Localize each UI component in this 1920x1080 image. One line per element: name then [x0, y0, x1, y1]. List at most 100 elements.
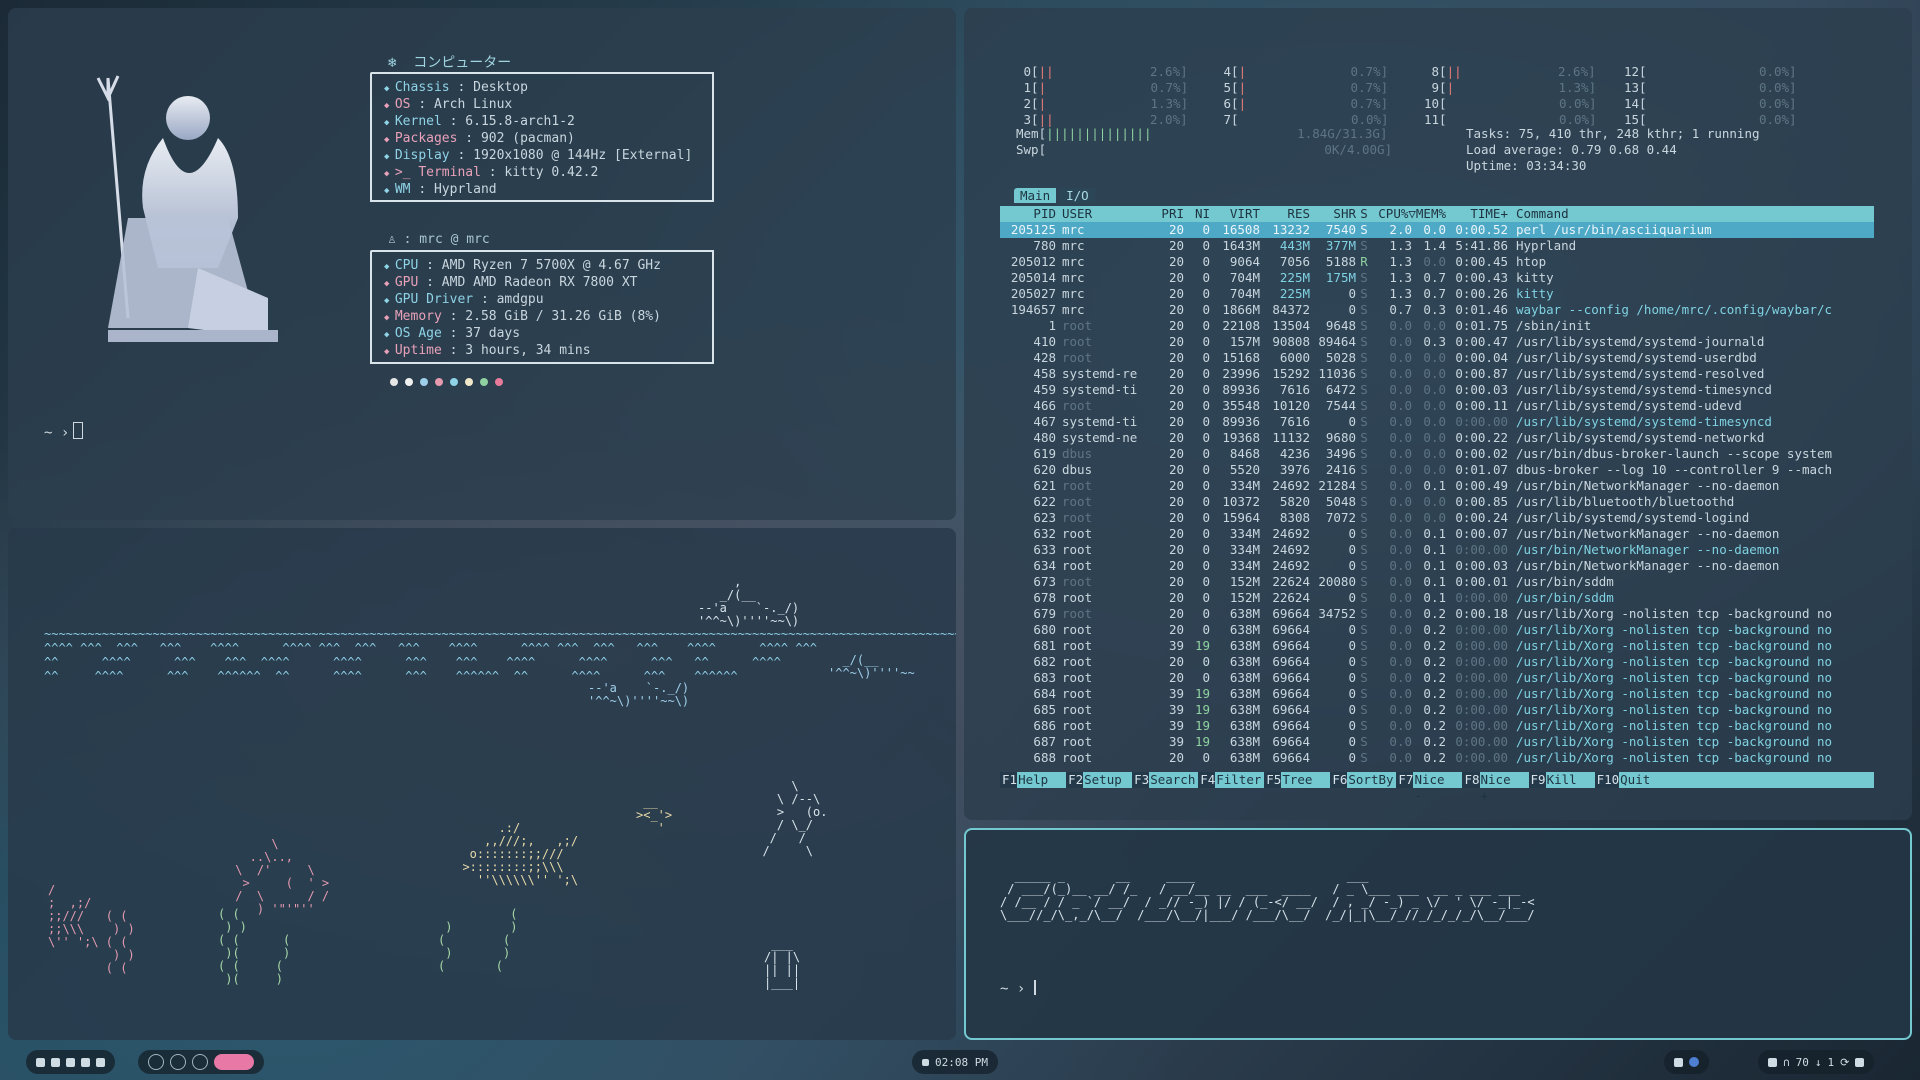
fkey-label[interactable]: SortBy: [1347, 772, 1396, 788]
settings-icon[interactable]: [81, 1057, 90, 1067]
cell-shr: 0: [1348, 302, 1356, 317]
workspace-3[interactable]: [192, 1054, 208, 1070]
fkey-label[interactable]: Tree: [1281, 772, 1330, 788]
tab-main[interactable]: Main: [1014, 188, 1057, 203]
process-row[interactable]: 673 root 20 0 152M 22624 20080 S 0.0 0.1 0:00.01/u…: [1000, 574, 1874, 590]
process-row[interactable]: 682 root 20 0 638M 69664 0 S 0.0 0.2 0:00.00/usr/l…: [1000, 654, 1874, 670]
process-row[interactable]: 681 root 39 19 638M 69664 0 S 0.0 0.2 0:00.00/usr/…: [1000, 638, 1874, 654]
cpu-percent: 0.7%]: [1350, 96, 1389, 111]
process-row[interactable]: 683 root 20 0 638M 69664 0 S 0.0 0.2 0:00.00/usr/l…: [1000, 670, 1874, 686]
process-row[interactable]: 621 root 20 0 334M 24692 21284 S 0.0 0.1 0:00.49/u…: [1000, 478, 1874, 494]
process-row[interactable]: 622 root 20 0 10372 5820 5048 S 0.0 0.0 0:00.85/us…: [1000, 494, 1874, 510]
process-row[interactable]: 632 root 20 0 334M 24692 0 S 0.0 0.1 0:00.07/usr/b…: [1000, 526, 1874, 542]
fkey-label[interactable]: Setup: [1083, 772, 1132, 788]
cell-shr: 34752: [1318, 606, 1356, 621]
fkey-label[interactable]: Quit: [1619, 772, 1668, 788]
fkey-f6[interactable]: F6: [1330, 772, 1348, 788]
bluetooth-icon[interactable]: [1689, 1057, 1699, 1067]
process-row[interactable]: 410 root 20 0 157M 90808 89464 S 0.0 0.3 0:00.47/u…: [1000, 334, 1874, 350]
process-row[interactable]: 467 systemd-ti 20 0 89936 7616 0 S 0.0 0.0 0:00.00…: [1000, 414, 1874, 430]
process-row[interactable]: 686 root 39 19 638M 69664 0 S 0.0 0.2 0:00.00/usr/…: [1000, 718, 1874, 734]
fkey-f9[interactable]: F9: [1528, 772, 1546, 788]
lock-icon[interactable]: [96, 1057, 105, 1067]
col-time[interactable]: TIME+: [1446, 206, 1508, 222]
fkey-f4[interactable]: F4: [1198, 772, 1216, 788]
power-icon[interactable]: [36, 1057, 45, 1067]
process-row[interactable]: 459 systemd-ti 20 0 89936 7616 6472 S 0.0 0.0 0:00…: [1000, 382, 1874, 398]
col-cpu-mem[interactable]: CPU%▽MEM%: [1372, 206, 1446, 222]
col-virt[interactable]: VIRT: [1210, 206, 1260, 222]
shell-prompt-active[interactable]: ~ ›: [1000, 980, 1036, 997]
workspace-active[interactable]: [214, 1054, 254, 1070]
process-row[interactable]: 194657 mrc 20 0 1866M 84372 0 S 0.7 0.3 0:01.46 way…: [1000, 302, 1874, 318]
fkey-f1[interactable]: F1: [1000, 772, 1018, 788]
process-table-header[interactable]: PID USER PRI NI VIRT RES SHR S CPU%▽MEM%…: [1000, 206, 1874, 222]
col-command[interactable]: Command: [1508, 206, 1874, 222]
fkey-f3[interactable]: F3: [1132, 772, 1150, 788]
fkey-label[interactable]: Kill: [1546, 772, 1595, 788]
process-row[interactable]: 1 root 20 0 22108 13504 9648 S 0.0 0.0 0:01.75/sbi…: [1000, 318, 1874, 334]
process-row[interactable]: 205027 mrc 20 0 704M 225M 0 S 1.3 0.7 0:00.26 kitty: [1000, 286, 1874, 302]
col-shr[interactable]: SHR: [1310, 206, 1356, 222]
workspace-1[interactable]: [148, 1054, 164, 1070]
process-row[interactable]: 634 root 20 0 334M 24692 0 S 0.0 0.1 0:00.03/usr/b…: [1000, 558, 1874, 574]
col-user[interactable]: USER: [1056, 206, 1150, 222]
process-row[interactable]: 205125 mrc 20 0 16508 13232 7540 S 2.0 0.0 0:00.52…: [1000, 222, 1874, 238]
process-row[interactable]: 780 mrc 20 0 1643M 443M 377M S 1.3 1.4 5:41.86 Hypr…: [1000, 238, 1874, 254]
fkey-f8[interactable]: F8: [1462, 772, 1480, 788]
display-tray-icon[interactable]: [1674, 1057, 1683, 1067]
process-row[interactable]: 205012 mrc 20 0 9064 7056 5188 R 1.3 0.0 0:00.45 ht…: [1000, 254, 1874, 270]
htop-terminal-window[interactable]: 0[|| 2.6%] 4[| 0.7%] 8[|| 2.6%] 12[0.0%] 1[|…: [964, 8, 1912, 820]
process-row[interactable]: 205014 mrc 20 0 704M 225M 175M S 1.3 0.7 0:00.43 ki…: [1000, 270, 1874, 286]
process-row[interactable]: 688 root 20 0 638M 69664 0 S 0.0 0.2 0:00.00/usr/l…: [1000, 750, 1874, 766]
refresh-icon[interactable]: ⟳: [1840, 1056, 1849, 1069]
fkey-f10[interactable]: F10: [1594, 772, 1620, 788]
process-row[interactable]: 679 root 20 0 638M 69664 34752 S 0.0 0.2 0:00.18/u…: [1000, 606, 1874, 622]
fkey-f2[interactable]: F2: [1066, 772, 1084, 788]
cpu-bar: |: [1038, 96, 1047, 111]
cell-st: S: [1360, 622, 1368, 637]
cell-ni: 0: [1202, 270, 1210, 285]
fkey-label[interactable]: Help: [1017, 772, 1066, 788]
process-row[interactable]: 687 root 39 19 638M 69664 0 S 0.0 0.2 0:00.00/usr/…: [1000, 734, 1874, 750]
shell-prompt[interactable]: ~ ›: [44, 422, 84, 441]
process-row[interactable]: 428 root 20 0 15168 6000 5028 S 0.0 0.0 0:00.04/us…: [1000, 350, 1874, 366]
col-res[interactable]: RES: [1260, 206, 1310, 222]
cell-usr: root: [1062, 734, 1093, 749]
process-row[interactable]: 466 root 20 0 35548 10120 7544 S 0.0 0.0 0:00.11/u…: [1000, 398, 1874, 414]
cell-res: 69664: [1272, 750, 1310, 765]
clock-widget[interactable]: 02:08 PM: [912, 1050, 998, 1074]
asciiquarium-terminal-window[interactable]: , _/(__ --'a `-._/) '^^~\)''''~~\) ~~~~~…: [8, 528, 956, 1040]
files-icon[interactable]: [51, 1057, 60, 1067]
col-state[interactable]: S: [1356, 206, 1372, 222]
fkey-label[interactable]: Nice +: [1480, 772, 1529, 803]
process-row[interactable]: 458 systemd-re 20 0 23996 15292 11036 S 0.0 0.0 0:…: [1000, 366, 1874, 382]
col-ni[interactable]: NI: [1184, 206, 1210, 222]
cpu-percent: 2.0%]: [1150, 112, 1188, 127]
process-row[interactable]: 685 root 39 19 638M 69664 0 S 0.0 0.2 0:00.00/usr/…: [1000, 702, 1874, 718]
fkey-f5[interactable]: F5: [1264, 772, 1282, 788]
workspace-2[interactable]: [170, 1054, 186, 1070]
screenshot-icon[interactable]: [66, 1057, 75, 1067]
fkey-f7[interactable]: F7: [1396, 772, 1414, 788]
col-pid[interactable]: PID: [1000, 206, 1056, 222]
keyboard-icon[interactable]: [1855, 1057, 1865, 1067]
process-row[interactable]: 633 root 20 0 334M 24692 0 S 0.0 0.1 0:00.00/usr/b…: [1000, 542, 1874, 558]
tab-io[interactable]: I/O: [1060, 188, 1095, 203]
process-row[interactable]: 620 dbus 20 0 5520 3976 2416 S 0.0 0.0 0:01.07 dbus…: [1000, 462, 1874, 478]
volume-value[interactable]: 70: [1796, 1056, 1809, 1069]
process-row[interactable]: 619 dbus 20 0 8468 4236 3496 S 0.0 0.0 0:00.02/usr…: [1000, 446, 1874, 462]
fkey-label[interactable]: Search: [1149, 772, 1198, 788]
fastfetch-terminal-window[interactable]: ❄ コンピューター ◆ Chassis : Desktop ◆ OS : Arch…: [8, 8, 956, 520]
process-row[interactable]: 480 systemd-ne 20 0 19368 11132 9680 S 0.0 0.0 0:0…: [1000, 430, 1874, 446]
monitor-icon[interactable]: [1768, 1057, 1777, 1067]
updates-count[interactable]: 1: [1828, 1056, 1835, 1069]
col-pri[interactable]: PRI: [1150, 206, 1184, 222]
fkey-label[interactable]: Nice -: [1413, 772, 1462, 803]
shell-terminal-window[interactable]: _____ _ __ ____ ___ / ___/(_)__ __/ /_ /…: [964, 828, 1912, 1040]
process-row[interactable]: 680 root 20 0 638M 69664 0 S 0.0 0.2 0:00.00/usr/l…: [1000, 622, 1874, 638]
process-row[interactable]: 684 root 39 19 638M 69664 0 S 0.0 0.2 0:00.00/usr/…: [1000, 686, 1874, 702]
process-row[interactable]: 623 root 20 0 15964 8308 7072 S 0.0 0.0 0:00.24/us…: [1000, 510, 1874, 526]
process-row[interactable]: 678 root 20 0 152M 22624 0 S 0.0 0.1 0:00.00/usr/b…: [1000, 590, 1874, 606]
fkey-label[interactable]: Filter: [1215, 772, 1264, 788]
